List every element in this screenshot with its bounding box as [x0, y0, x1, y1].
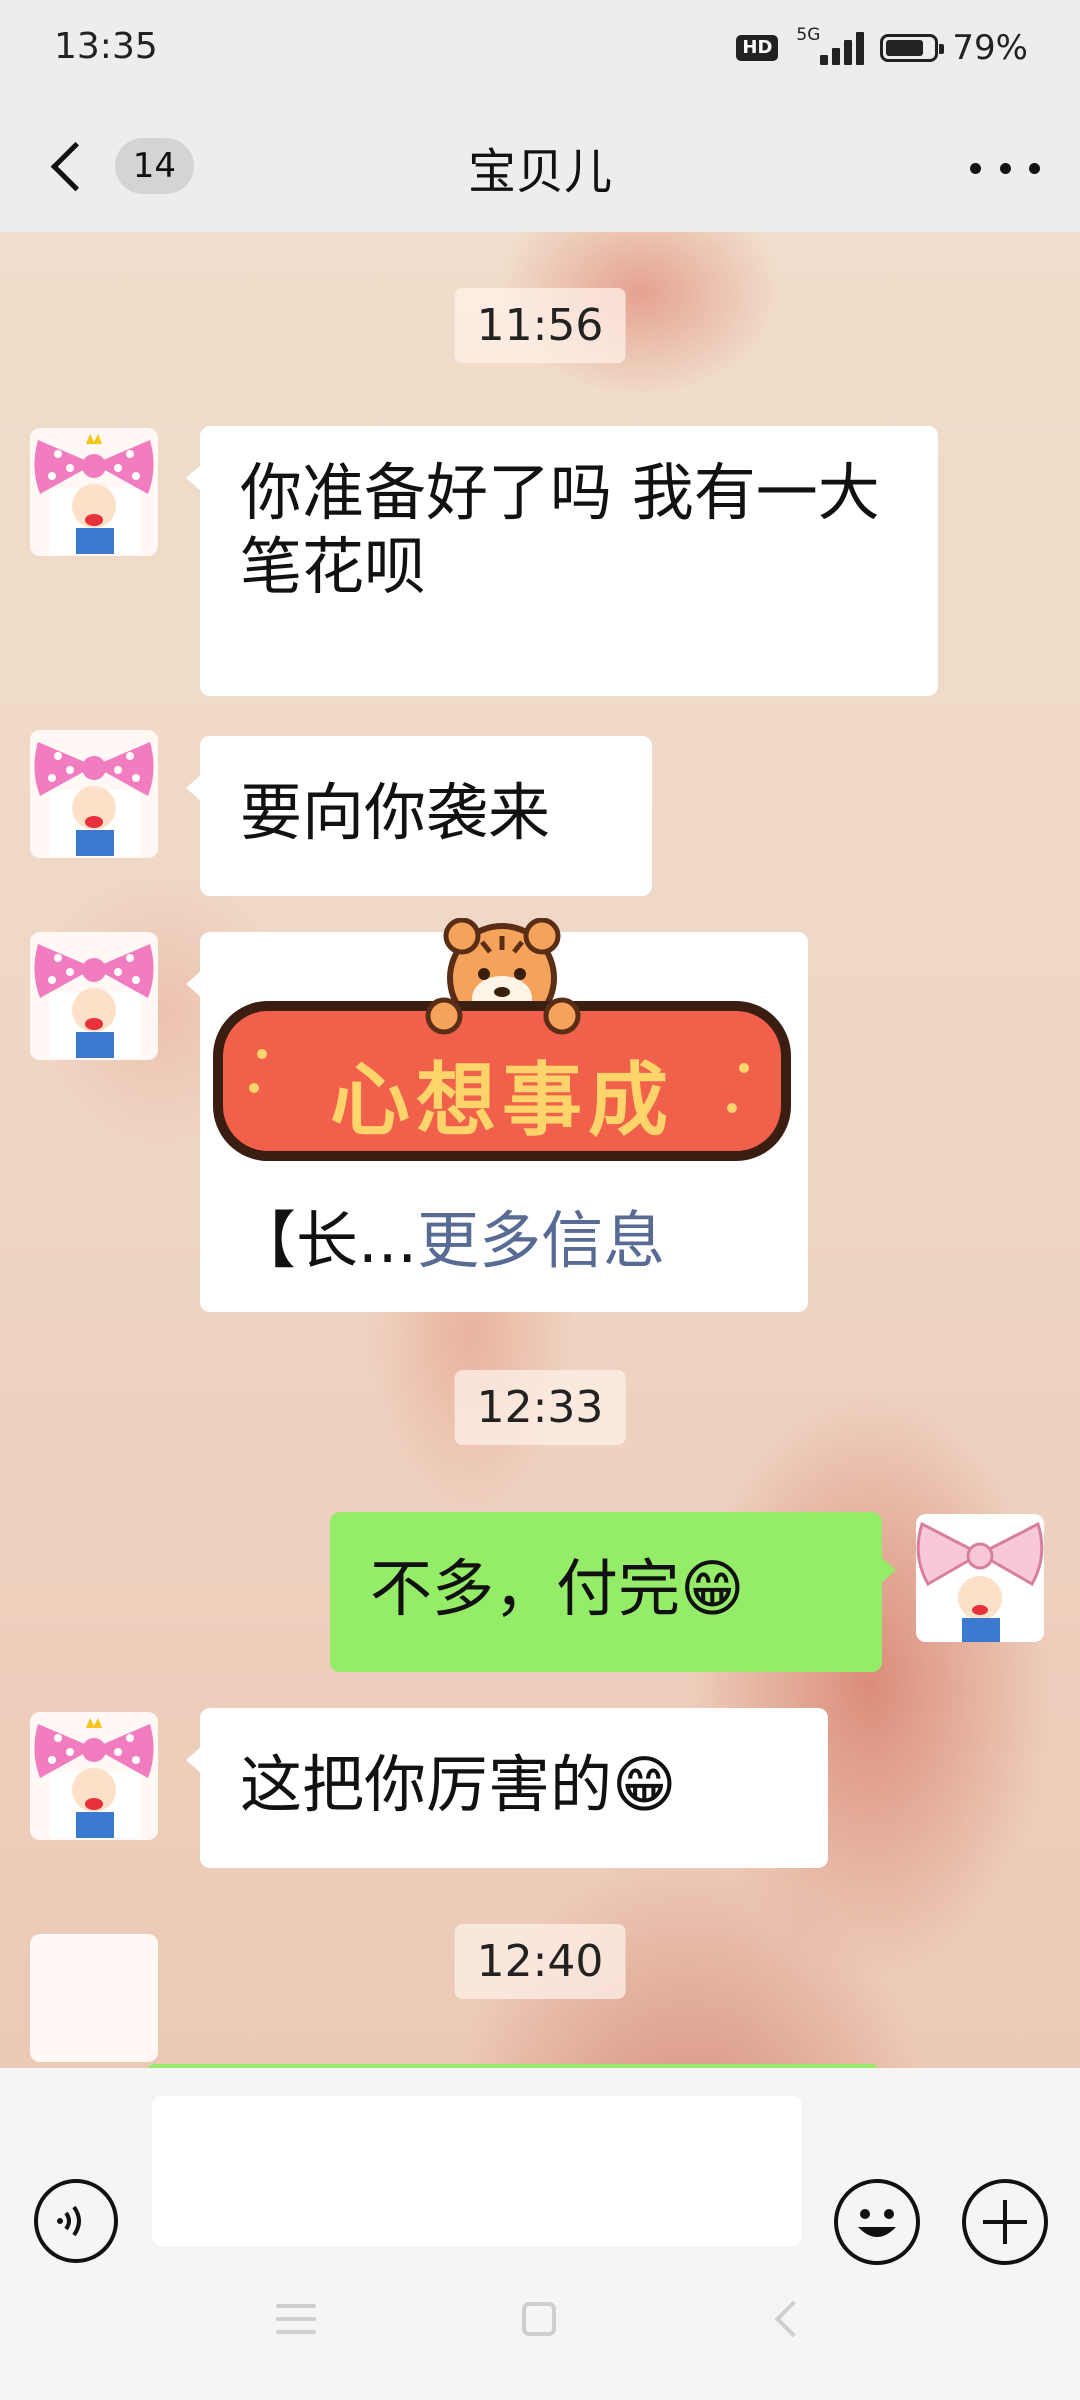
more-dots-icon [970, 162, 981, 174]
system-nav-bar [0, 2240, 1080, 2400]
sticker-text: 心想事成 [330, 1054, 674, 1147]
recent-apps-button[interactable] [276, 2304, 316, 2334]
status-time: 13:35 [54, 26, 158, 67]
battery-icon [880, 34, 945, 62]
chat-header: 14 宝贝儿 [0, 100, 1080, 232]
system-back-button[interactable] [774, 2300, 812, 2338]
status-icons: HD 5G 79% [736, 25, 1028, 68]
message-bubble-outgoing[interactable]: 不多，付完😁 [330, 1512, 896, 1672]
timestamp: 12:40 [454, 1924, 626, 1999]
contact-avatar[interactable] [30, 428, 158, 556]
contact-avatar[interactable] [30, 730, 158, 858]
sticker-xinxiang-shicheng: 心想事成 [212, 917, 792, 1168]
home-button[interactable] [522, 2302, 556, 2336]
hd-icon: HD [736, 35, 779, 61]
message-bubble-incoming[interactable]: 要向你袭来 [186, 736, 652, 896]
message-text: 你准备好了吗 我有一大笔花呗 [240, 456, 880, 604]
message-text: 不多，付完😁 [370, 1552, 745, 1625]
more-info-link[interactable]: 更多信息 [417, 1204, 665, 1277]
contact-avatar[interactable] [30, 932, 158, 1060]
chat-messages-area[interactable]: 11:56 你准备好了吗 我有一大笔花呗 要向你袭来 【长...更多信息 心想事… [0, 232, 1080, 2068]
more-dot [1029, 162, 1040, 174]
message-input[interactable] [152, 2096, 802, 2246]
message-text: 这把你厉害的😁 [240, 1748, 677, 1821]
chat-title: 宝贝儿 [467, 144, 612, 200]
battery-percent: 79% [952, 28, 1028, 68]
more-button[interactable] [970, 148, 1040, 188]
timestamp: 11:56 [454, 288, 626, 363]
message-text: 要向你袭来 [240, 776, 551, 849]
my-avatar[interactable] [916, 1514, 1044, 1642]
link-preview-text: 【长... [234, 1203, 418, 1277]
status-bar: 13:35 HD 5G 79% [0, 0, 1080, 100]
contact-avatar[interactable] [30, 1712, 158, 1840]
network-type-label: 5G [796, 25, 821, 45]
message-bubble-incoming[interactable]: 你准备好了吗 我有一大笔花呗 [186, 426, 938, 696]
signal-icon: 5G [792, 25, 866, 67]
message-bubble-incoming[interactable]: 这把你厉害的😁 [186, 1708, 828, 1868]
timestamp: 12:33 [454, 1370, 626, 1445]
contact-avatar[interactable] [30, 1934, 158, 2062]
battery-fill [886, 40, 923, 56]
more-dot [999, 162, 1011, 174]
link-preview-line: 【长...更多信息 [234, 1204, 665, 1278]
